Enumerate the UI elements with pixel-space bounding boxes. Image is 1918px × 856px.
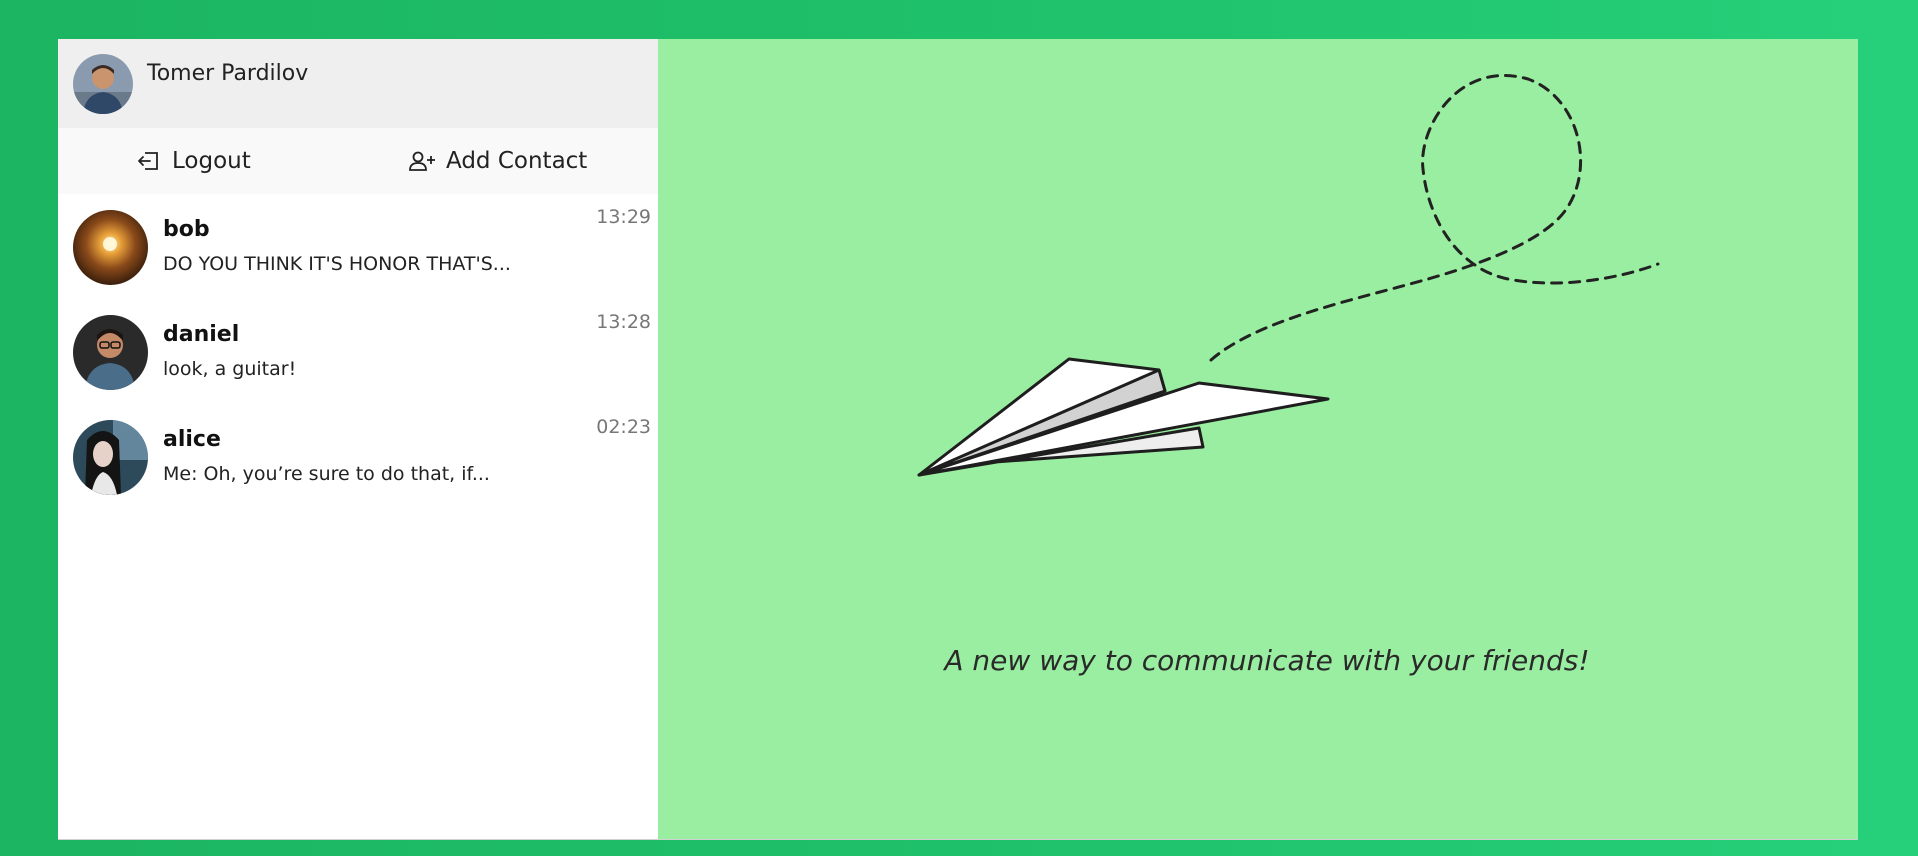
profile-name: Tomer Pardilov xyxy=(147,61,309,86)
contact-last-message: Me: Oh, you’re sure to do that, if... xyxy=(163,463,490,485)
contact-last-message: look, a guitar! xyxy=(163,358,297,380)
contact-list: bob DO YOU THINK IT'S HONOR THAT'S... 13… xyxy=(58,194,658,839)
logout-label: Logout xyxy=(172,148,251,174)
contact-name: bob xyxy=(163,217,210,242)
logout-button[interactable]: Logout xyxy=(136,148,251,174)
contact-name: alice xyxy=(163,427,221,452)
contact-last-message: DO YOU THINK IT'S HONOR THAT'S... xyxy=(163,253,511,275)
profile-bar: Tomer Pardilov xyxy=(58,39,658,128)
logout-icon xyxy=(138,152,158,170)
contact-time: 13:29 xyxy=(596,206,651,228)
welcome-tagline: A new way to communicate with your frien… xyxy=(944,644,1590,677)
paper-plane-illustration xyxy=(917,74,1660,477)
contact-item-bob[interactable]: bob DO YOU THINK IT'S HONOR THAT'S... 13… xyxy=(58,194,658,299)
contact-avatar-alice xyxy=(73,420,148,495)
contact-time: 02:23 xyxy=(596,416,651,438)
add-contact-button[interactable]: Add Contact xyxy=(408,148,587,174)
sidebar: Tomer Pardilov Logout Add Contact bob DO… xyxy=(58,39,658,839)
add-user-icon xyxy=(409,151,435,171)
contact-item-alice[interactable]: alice Me: Oh, you’re sure to do that, if… xyxy=(58,404,658,509)
contact-name: daniel xyxy=(163,322,240,347)
contact-item-daniel[interactable]: daniel look, a guitar! 13:28 xyxy=(58,299,658,404)
chat-app-window: Tomer Pardilov Logout Add Contact bob DO… xyxy=(58,39,1858,839)
contact-avatar-bob xyxy=(73,210,148,285)
user-avatar[interactable] xyxy=(73,53,133,114)
welcome-panel: A new way to communicate with your frien… xyxy=(658,39,1858,839)
actions-bar: Logout Add Contact xyxy=(58,128,658,194)
contact-time: 13:28 xyxy=(596,311,651,333)
add-contact-label: Add Contact xyxy=(446,148,588,174)
contact-avatar-daniel xyxy=(73,315,148,390)
